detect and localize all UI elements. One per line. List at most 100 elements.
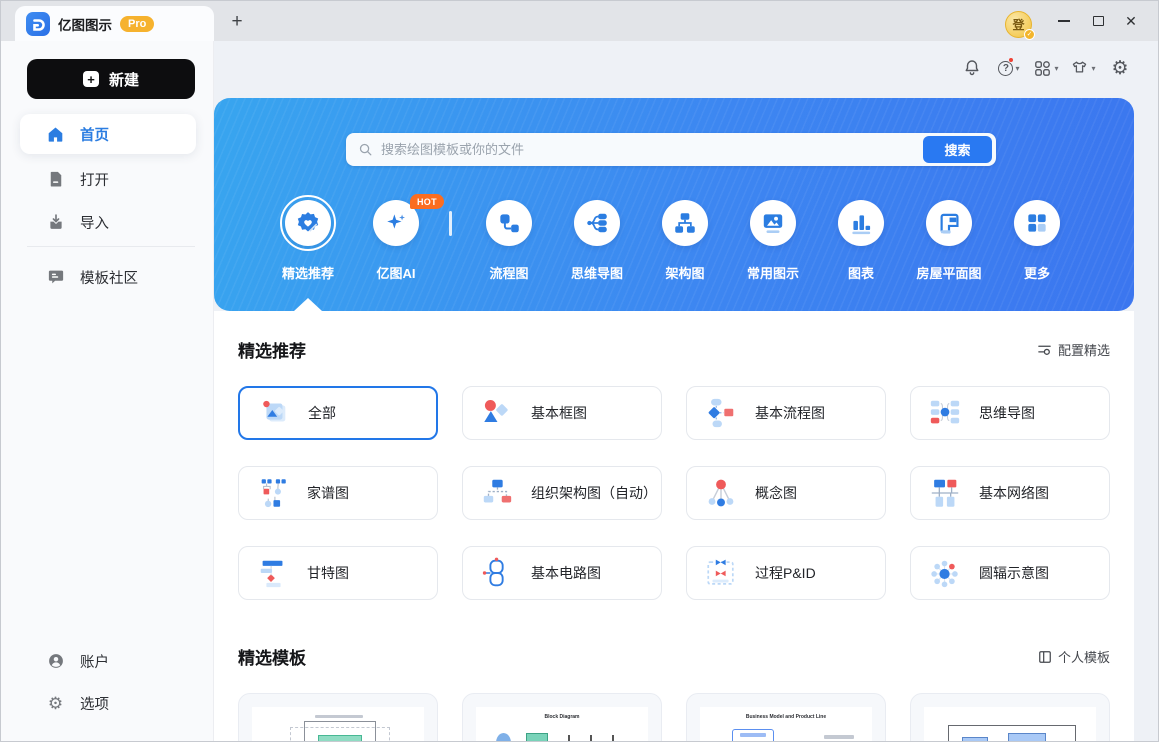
template-thumbnail[interactable]: Block Diagram bbox=[462, 693, 662, 742]
sidebar-item-account[interactable]: 账户 bbox=[20, 641, 196, 681]
chevron-down-icon: ▾ bbox=[1091, 64, 1095, 73]
template-card-family-tree[interactable]: 家谱图 bbox=[238, 466, 438, 520]
category-edraw-ai[interactable]: HOT 亿图AI bbox=[352, 200, 440, 282]
sidebar-item-options[interactable]: ⚙ 选项 bbox=[20, 683, 196, 723]
sidebar-item-import[interactable]: 导入 bbox=[20, 202, 196, 242]
family-tree-icon bbox=[256, 476, 290, 510]
template-card-orgchart-auto[interactable]: 组织架构图（自动） bbox=[462, 466, 662, 520]
template-thumbnail[interactable] bbox=[238, 693, 438, 742]
template-card-mindmap[interactable]: 思维导图 bbox=[910, 386, 1110, 440]
template-preview bbox=[252, 707, 424, 742]
featured-badge-icon bbox=[285, 200, 331, 246]
section-title: 精选模板 bbox=[238, 644, 306, 669]
template-card-concept-map[interactable]: 概念图 bbox=[686, 466, 886, 520]
section-title: 精选推荐 bbox=[238, 337, 306, 362]
category-floor-plan[interactable]: 房屋平面图 bbox=[905, 200, 993, 282]
top-toolbar: ? ▾ ▾ ▾ ⚙ bbox=[958, 53, 1134, 83]
template-card-basic-flowchart[interactable]: 基本流程图 bbox=[686, 386, 886, 440]
category-architecture[interactable]: 架构图 bbox=[641, 200, 729, 282]
category-featured[interactable]: 精选推荐 bbox=[264, 200, 352, 282]
sidebar-item-open[interactable]: 打开 bbox=[20, 159, 196, 199]
template-preview: Block Diagram bbox=[476, 707, 648, 742]
sidebar-item-template-community[interactable]: 模板社区 bbox=[20, 257, 196, 297]
settings-button[interactable]: ⚙ bbox=[1106, 54, 1134, 82]
app-window: 亿图图示 Pro + 登 ✓ ✕ + 新建 首页 打开 bbox=[0, 0, 1159, 742]
basic-block-icon bbox=[480, 396, 514, 430]
title-bar: 亿图图示 Pro + 登 ✓ ✕ bbox=[1, 1, 1158, 41]
minimize-button[interactable] bbox=[1047, 1, 1081, 41]
template-card-basic-block[interactable]: 基本框图 bbox=[462, 386, 662, 440]
new-tab-button[interactable]: + bbox=[225, 10, 249, 34]
app-tab[interactable]: 亿图图示 Pro bbox=[15, 6, 214, 41]
category-charts[interactable]: 图表 bbox=[817, 200, 905, 282]
template-card-gantt[interactable]: 甘特图 bbox=[238, 546, 438, 600]
config-sliders-icon bbox=[1037, 342, 1052, 357]
sidebar-item-label: 选项 bbox=[80, 693, 109, 714]
template-card-circle-spoke[interactable]: 圆辐示意图 bbox=[910, 546, 1110, 600]
template-preview bbox=[924, 707, 1096, 742]
circuit-icon bbox=[480, 556, 514, 590]
search-button[interactable]: 搜索 bbox=[923, 136, 992, 163]
category-common-diagrams[interactable]: 常用图示 bbox=[729, 200, 817, 282]
minimize-icon bbox=[1058, 20, 1070, 22]
template-preview: Business Model and Product Line bbox=[700, 707, 872, 742]
sidebar-item-label: 打开 bbox=[80, 169, 109, 190]
template-thumbnail[interactable]: Business Model and Product Line bbox=[686, 693, 886, 742]
chevron-down-icon: ▾ bbox=[1054, 64, 1058, 73]
new-document-button[interactable]: + 新建 bbox=[27, 59, 195, 99]
template-card-all[interactable]: 全部 bbox=[238, 386, 438, 440]
edraw-logo-icon bbox=[26, 12, 50, 36]
pid-icon bbox=[704, 556, 738, 590]
maximize-icon bbox=[1093, 16, 1104, 26]
apps-button[interactable]: ▾ bbox=[1032, 54, 1060, 82]
help-button[interactable]: ? ▾ bbox=[995, 54, 1023, 82]
user-avatar[interactable]: 登 ✓ bbox=[1005, 11, 1032, 38]
category-flowchart[interactable]: 流程图 bbox=[465, 200, 553, 282]
panel-layout-icon bbox=[1038, 650, 1052, 664]
personal-templates-link[interactable]: 个人模板 bbox=[1038, 647, 1110, 666]
notifications-button[interactable] bbox=[958, 54, 986, 82]
template-card-process-pid[interactable]: 过程P&ID bbox=[686, 546, 886, 600]
template-thumbnail[interactable] bbox=[910, 693, 1110, 742]
sidebar-item-label: 模板社区 bbox=[80, 267, 138, 288]
concept-map-icon bbox=[704, 476, 738, 510]
app-title: 亿图图示 bbox=[58, 14, 112, 34]
main-area: ? ▾ ▾ ▾ ⚙ 搜索 bbox=[214, 41, 1159, 742]
community-icon bbox=[46, 268, 65, 287]
maximize-button[interactable] bbox=[1081, 1, 1115, 41]
close-button[interactable]: ✕ bbox=[1114, 1, 1148, 41]
import-icon bbox=[46, 213, 65, 232]
featured-section-header: 精选推荐 配置精选 bbox=[214, 311, 1134, 362]
sidebar: + 新建 首页 打开 导入 模板社区 bbox=[1, 41, 214, 742]
bar-chart-icon bbox=[838, 200, 884, 246]
orgchart-auto-icon bbox=[480, 476, 514, 510]
mindmap-card-icon bbox=[928, 396, 962, 430]
sidebar-item-label: 账户 bbox=[80, 651, 109, 672]
theme-button[interactable]: ▾ bbox=[1069, 54, 1097, 82]
search-input[interactable] bbox=[381, 142, 915, 157]
sidebar-item-label: 首页 bbox=[80, 124, 109, 145]
gantt-icon bbox=[256, 556, 290, 590]
sidebar-item-label: 导入 bbox=[80, 212, 109, 233]
category-mindmap[interactable]: 思维导图 bbox=[553, 200, 641, 282]
flowchart-icon bbox=[486, 200, 532, 246]
template-preview-title: Block Diagram bbox=[476, 714, 648, 720]
orgchart-icon bbox=[662, 200, 708, 246]
sidebar-item-home[interactable]: 首页 bbox=[20, 114, 196, 154]
notification-dot bbox=[1008, 57, 1014, 63]
category-more[interactable]: 更多 bbox=[993, 200, 1081, 282]
featured-card-grid: 全部 基本框图 基本流程图 思维导图 家谱图 bbox=[214, 386, 1134, 600]
template-card-basic-network[interactable]: 基本网络图 bbox=[910, 466, 1110, 520]
sidebar-divider bbox=[27, 246, 195, 247]
bell-icon bbox=[962, 58, 982, 78]
account-icon bbox=[46, 652, 65, 671]
home-icon bbox=[46, 125, 65, 144]
template-card-basic-circuit[interactable]: 基本电路图 bbox=[462, 546, 662, 600]
configure-featured-link[interactable]: 配置精选 bbox=[1037, 340, 1110, 359]
basic-flowchart-icon bbox=[704, 396, 738, 430]
network-icon bbox=[928, 476, 962, 510]
new-button-label: 新建 bbox=[109, 69, 139, 90]
search-icon bbox=[358, 142, 373, 157]
tshirt-icon bbox=[1070, 59, 1089, 78]
templates-section-header: 精选模板 个人模板 bbox=[214, 600, 1134, 669]
